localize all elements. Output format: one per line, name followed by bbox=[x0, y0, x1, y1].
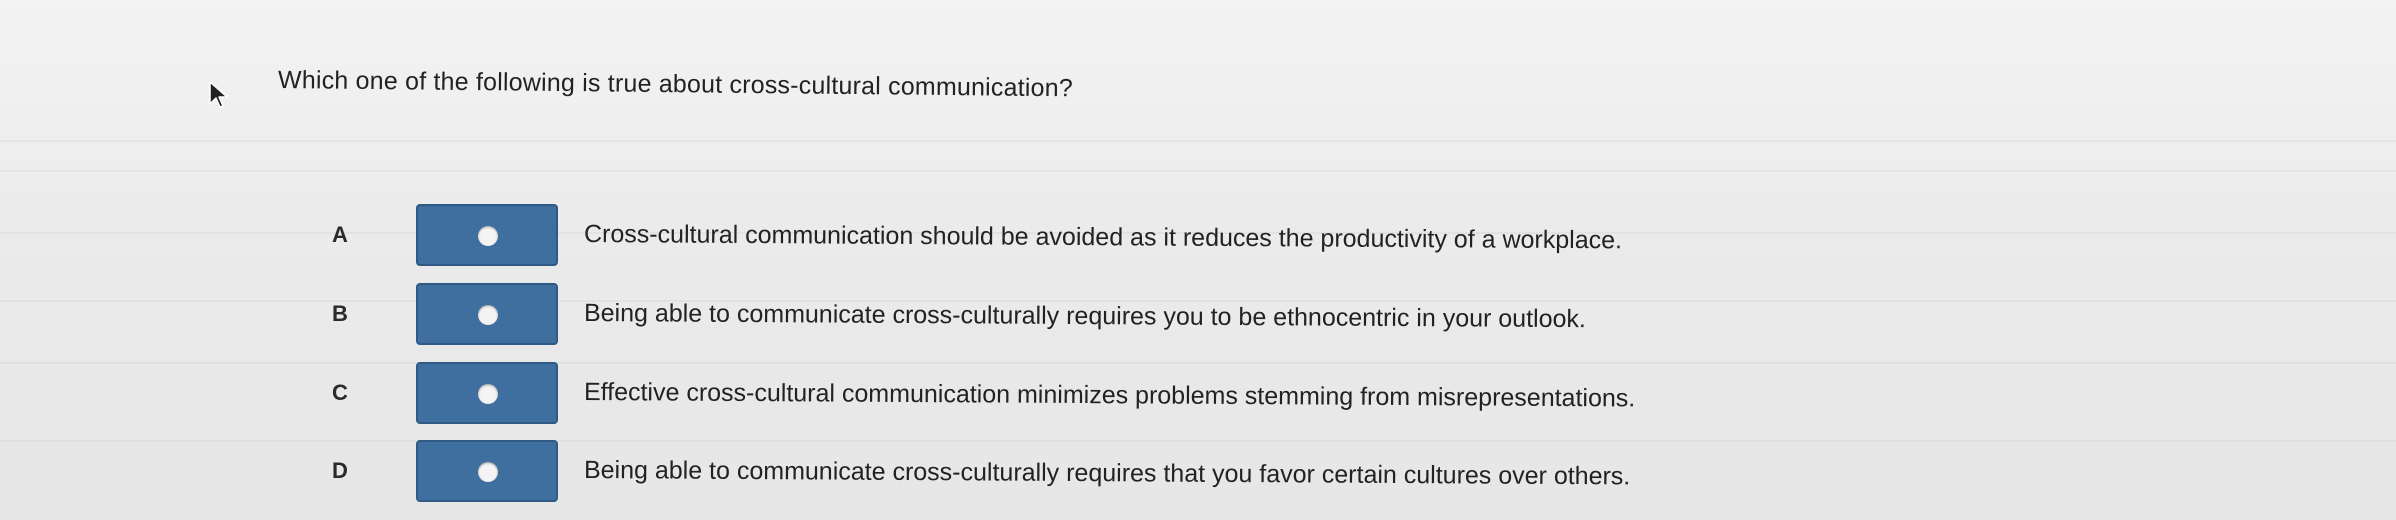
radio-dot-icon bbox=[478, 226, 498, 246]
option-b[interactable]: B Being able to communicate cross-cultur… bbox=[320, 283, 2220, 349]
radio-dot-icon bbox=[478, 462, 498, 482]
option-a[interactable]: A Cross-cultural communication should be… bbox=[320, 204, 2220, 270]
option-letter-a: A bbox=[332, 222, 348, 247]
option-d-text: Being able to communicate cross-cultural… bbox=[583, 456, 1631, 491]
option-d-radio-button[interactable] bbox=[416, 440, 558, 502]
option-a-text: Cross-cultural communication should be a… bbox=[583, 220, 1623, 255]
option-c-radio-button[interactable] bbox=[416, 362, 558, 424]
option-a-radio-button[interactable] bbox=[416, 204, 558, 266]
option-b-radio-button[interactable] bbox=[416, 283, 558, 345]
option-letter-d: D bbox=[332, 458, 348, 483]
radio-dot-icon bbox=[478, 384, 498, 404]
option-letter-b: B bbox=[332, 301, 348, 326]
option-letter-c: C bbox=[332, 380, 348, 405]
option-c[interactable]: C Effective cross-cultural communication… bbox=[320, 362, 2220, 428]
mouse-pointer-icon bbox=[209, 81, 228, 108]
option-c-text: Effective cross-cultural communication m… bbox=[583, 378, 1636, 413]
option-b-text: Being able to communicate cross-cultural… bbox=[583, 299, 1586, 334]
question-text: Which one of the following is true about… bbox=[277, 66, 1074, 103]
radio-dot-icon bbox=[478, 305, 498, 325]
option-d[interactable]: D Being able to communicate cross-cultur… bbox=[320, 440, 2220, 506]
